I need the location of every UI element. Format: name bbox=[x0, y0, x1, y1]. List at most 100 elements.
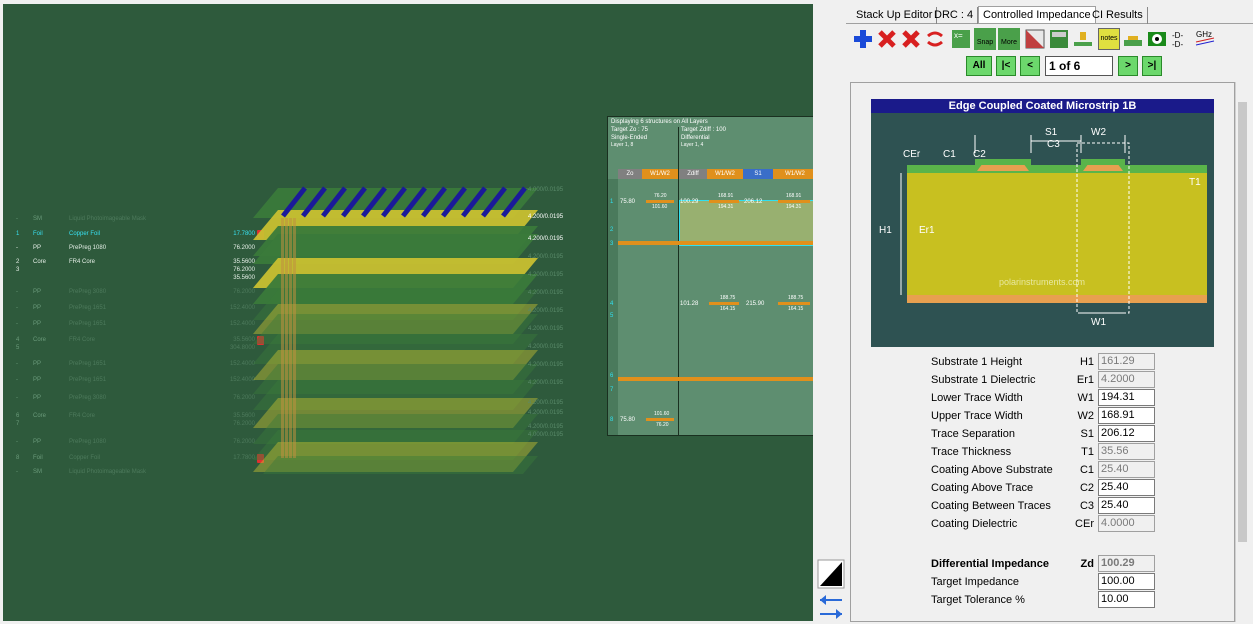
w-a-bot: 194.31 bbox=[718, 204, 734, 210]
layer-row[interactable]: - PP PrePreg 1080 76.2000 bbox=[3, 436, 273, 450]
zdiff-value[interactable]: 101.28 bbox=[680, 301, 698, 307]
param-value-field[interactable]: 194.31 bbox=[1098, 389, 1155, 406]
layer-row[interactable]: - SM Liquid Photoimageable Mask bbox=[3, 466, 273, 480]
snap-icon[interactable]: Snap bbox=[974, 28, 996, 50]
col-zo[interactable]: Zo bbox=[618, 169, 642, 179]
layer-row[interactable]: 5 304.8000 bbox=[3, 342, 273, 356]
nav-next-button[interactable]: > bbox=[1118, 56, 1138, 76]
layer-number: - bbox=[16, 395, 18, 401]
svg-text:T1: T1 bbox=[1189, 177, 1201, 188]
layer-row[interactable]: - PP PrePreg 1080 76.2000 bbox=[3, 242, 273, 256]
layer-row[interactable]: - PP PrePreg 3080 76.2000 bbox=[3, 392, 273, 406]
result-value-field[interactable]: 100.00 bbox=[1098, 573, 1155, 590]
layer-row[interactable]: - PP PrePreg 1651 152.4000 bbox=[3, 374, 273, 388]
s1-value[interactable]: 206.12 bbox=[744, 199, 762, 205]
dielectric-label: 4.200/0.0195 bbox=[528, 424, 564, 430]
hatch-icon[interactable] bbox=[1024, 28, 1046, 50]
layer-row[interactable]: 7 76.2000 bbox=[3, 418, 273, 432]
swap-icon[interactable] bbox=[924, 28, 946, 50]
trace-icon[interactable] bbox=[1122, 28, 1144, 50]
layer-material: PrePreg 1651 bbox=[69, 377, 107, 383]
layer-number: - bbox=[16, 439, 18, 445]
add-icon[interactable] bbox=[852, 28, 874, 50]
tab-controlled-impedance[interactable]: Controlled Impedance bbox=[978, 6, 1096, 23]
tab-stack-up-editor[interactable]: Stack Up Editor bbox=[852, 7, 938, 24]
notes-icon[interactable]: notes bbox=[1098, 28, 1120, 50]
layer-type: PP bbox=[33, 305, 42, 311]
param-label: Coating Above Trace bbox=[931, 482, 1034, 494]
param-row: Coating Dielectric CEr 4.0000 bbox=[851, 515, 1236, 533]
param-value-field[interactable]: 25.40 bbox=[1098, 497, 1155, 514]
param-symbol: S1 bbox=[1080, 428, 1094, 440]
scrollbar-thumb[interactable] bbox=[1238, 102, 1247, 542]
row-num: 7 bbox=[610, 387, 614, 393]
impedance-calculator: Edge Coupled Coated Microstrip 1B CEr C1… bbox=[850, 82, 1235, 622]
layer-row[interactable]: 8 Foil Copper Foil 17.7800 bbox=[3, 452, 273, 466]
view-icon[interactable] bbox=[1146, 28, 1168, 50]
param-symbol: C1 bbox=[1079, 464, 1094, 476]
layer-row[interactable]: 35.5600 bbox=[3, 272, 273, 286]
col-zdiff[interactable]: Zdiff bbox=[679, 169, 707, 179]
row-num: 8 bbox=[610, 417, 614, 423]
delete-all-icon[interactable] bbox=[900, 28, 922, 50]
vertical-scrollbar[interactable] bbox=[1235, 82, 1249, 622]
s1-value[interactable]: 215.90 bbox=[746, 301, 764, 307]
plane-layer-band bbox=[618, 377, 813, 381]
param-value-field[interactable]: 25.40 bbox=[1098, 479, 1155, 496]
dielectric-label: 4.000/0.0195 bbox=[528, 187, 564, 193]
zdiff-value[interactable]: 100.29 bbox=[680, 199, 698, 205]
more-icon[interactable]: More bbox=[998, 28, 1020, 50]
svg-text:C3: C3 bbox=[1047, 139, 1060, 150]
tab-drc[interactable]: DRC : 4 bbox=[930, 7, 979, 24]
layer-icon[interactable] bbox=[1072, 28, 1094, 50]
layer-type: PP bbox=[33, 377, 42, 383]
ghz-icon[interactable]: GHz bbox=[1194, 28, 1216, 50]
swap-arrows-icon[interactable] bbox=[820, 595, 842, 619]
layer-row[interactable]: - PP PrePreg 1651 152.4000 bbox=[3, 318, 273, 332]
col-w1w2-a[interactable]: W1/W2 bbox=[707, 169, 743, 179]
layer-material: Copper Foil bbox=[69, 231, 101, 237]
via-3d bbox=[281, 218, 284, 458]
calculate-icon[interactable]: x= bbox=[950, 28, 972, 50]
w-b-top: 188.75 bbox=[788, 295, 804, 301]
layer-row[interactable]: - PP PrePreg 1651 152.4000 bbox=[3, 302, 273, 316]
result-value-field[interactable]: 10.00 bbox=[1098, 591, 1155, 608]
layer-row[interactable]: - SM Liquid Photoimageable Mask bbox=[3, 213, 273, 227]
result-label: Target Tolerance % bbox=[931, 594, 1025, 606]
svg-text:GHz: GHz bbox=[1196, 30, 1212, 39]
delete-icon[interactable] bbox=[876, 28, 898, 50]
param-label: Coating Dielectric bbox=[931, 518, 1018, 530]
zo-value[interactable]: 75.80 bbox=[620, 199, 635, 205]
col-w1w2-se[interactable]: W1/W2 bbox=[642, 169, 678, 179]
structure-summary-table[interactable]: Displaying 6 structures on All Layers Ta… bbox=[607, 116, 813, 436]
zo-value[interactable]: 75.80 bbox=[620, 417, 635, 423]
layer-thickness: 76.2000 bbox=[233, 289, 255, 295]
trace-glyph bbox=[778, 200, 810, 203]
layer-row[interactable]: 1 Foil Copper Foil 17.7800 bbox=[3, 228, 273, 242]
diff-icon[interactable]: -D--D- bbox=[1170, 28, 1192, 50]
trace-glyph bbox=[778, 302, 810, 305]
result-label: Differential Impedance bbox=[931, 558, 1049, 570]
tab-ci-results[interactable]: CI Results bbox=[1088, 7, 1148, 24]
stackup-3d-panel[interactable]: - SM Liquid Photoimageable Mask 1 Foil Copper… bbox=[3, 4, 813, 621]
layer-row[interactable]: - PP PrePreg 3080 76.2000 bbox=[3, 286, 273, 300]
svg-text:-D-: -D- bbox=[1172, 40, 1183, 49]
layer-thickness: 76.2000 bbox=[233, 245, 255, 251]
layer-row[interactable]: - PP PrePreg 1651 152.4000 bbox=[3, 358, 273, 372]
layer-material: PrePreg 1651 bbox=[69, 305, 107, 311]
param-value-field[interactable]: 206.12 bbox=[1098, 425, 1155, 442]
nav-position-field[interactable]: 1 of 6 bbox=[1045, 56, 1113, 76]
param-row: Lower Trace Width W1 194.31 bbox=[851, 389, 1236, 407]
layer-thickness: 152.4000 bbox=[229, 321, 255, 327]
nav-all-button[interactable]: All bbox=[966, 56, 992, 76]
col-w1w2-b[interactable]: W1/W2 bbox=[773, 169, 813, 179]
param-value-field[interactable]: 168.91 bbox=[1098, 407, 1155, 424]
row-num: 6 bbox=[610, 373, 614, 379]
contrast-toggle-icon[interactable] bbox=[817, 559, 845, 589]
nav-first-button[interactable]: |< bbox=[996, 56, 1016, 76]
svg-text:-D-: -D- bbox=[1172, 31, 1183, 40]
table-icon[interactable] bbox=[1048, 28, 1070, 50]
nav-last-button[interactable]: >| bbox=[1142, 56, 1162, 76]
nav-prev-button[interactable]: < bbox=[1020, 56, 1040, 76]
col-s1[interactable]: S1 bbox=[743, 169, 773, 179]
